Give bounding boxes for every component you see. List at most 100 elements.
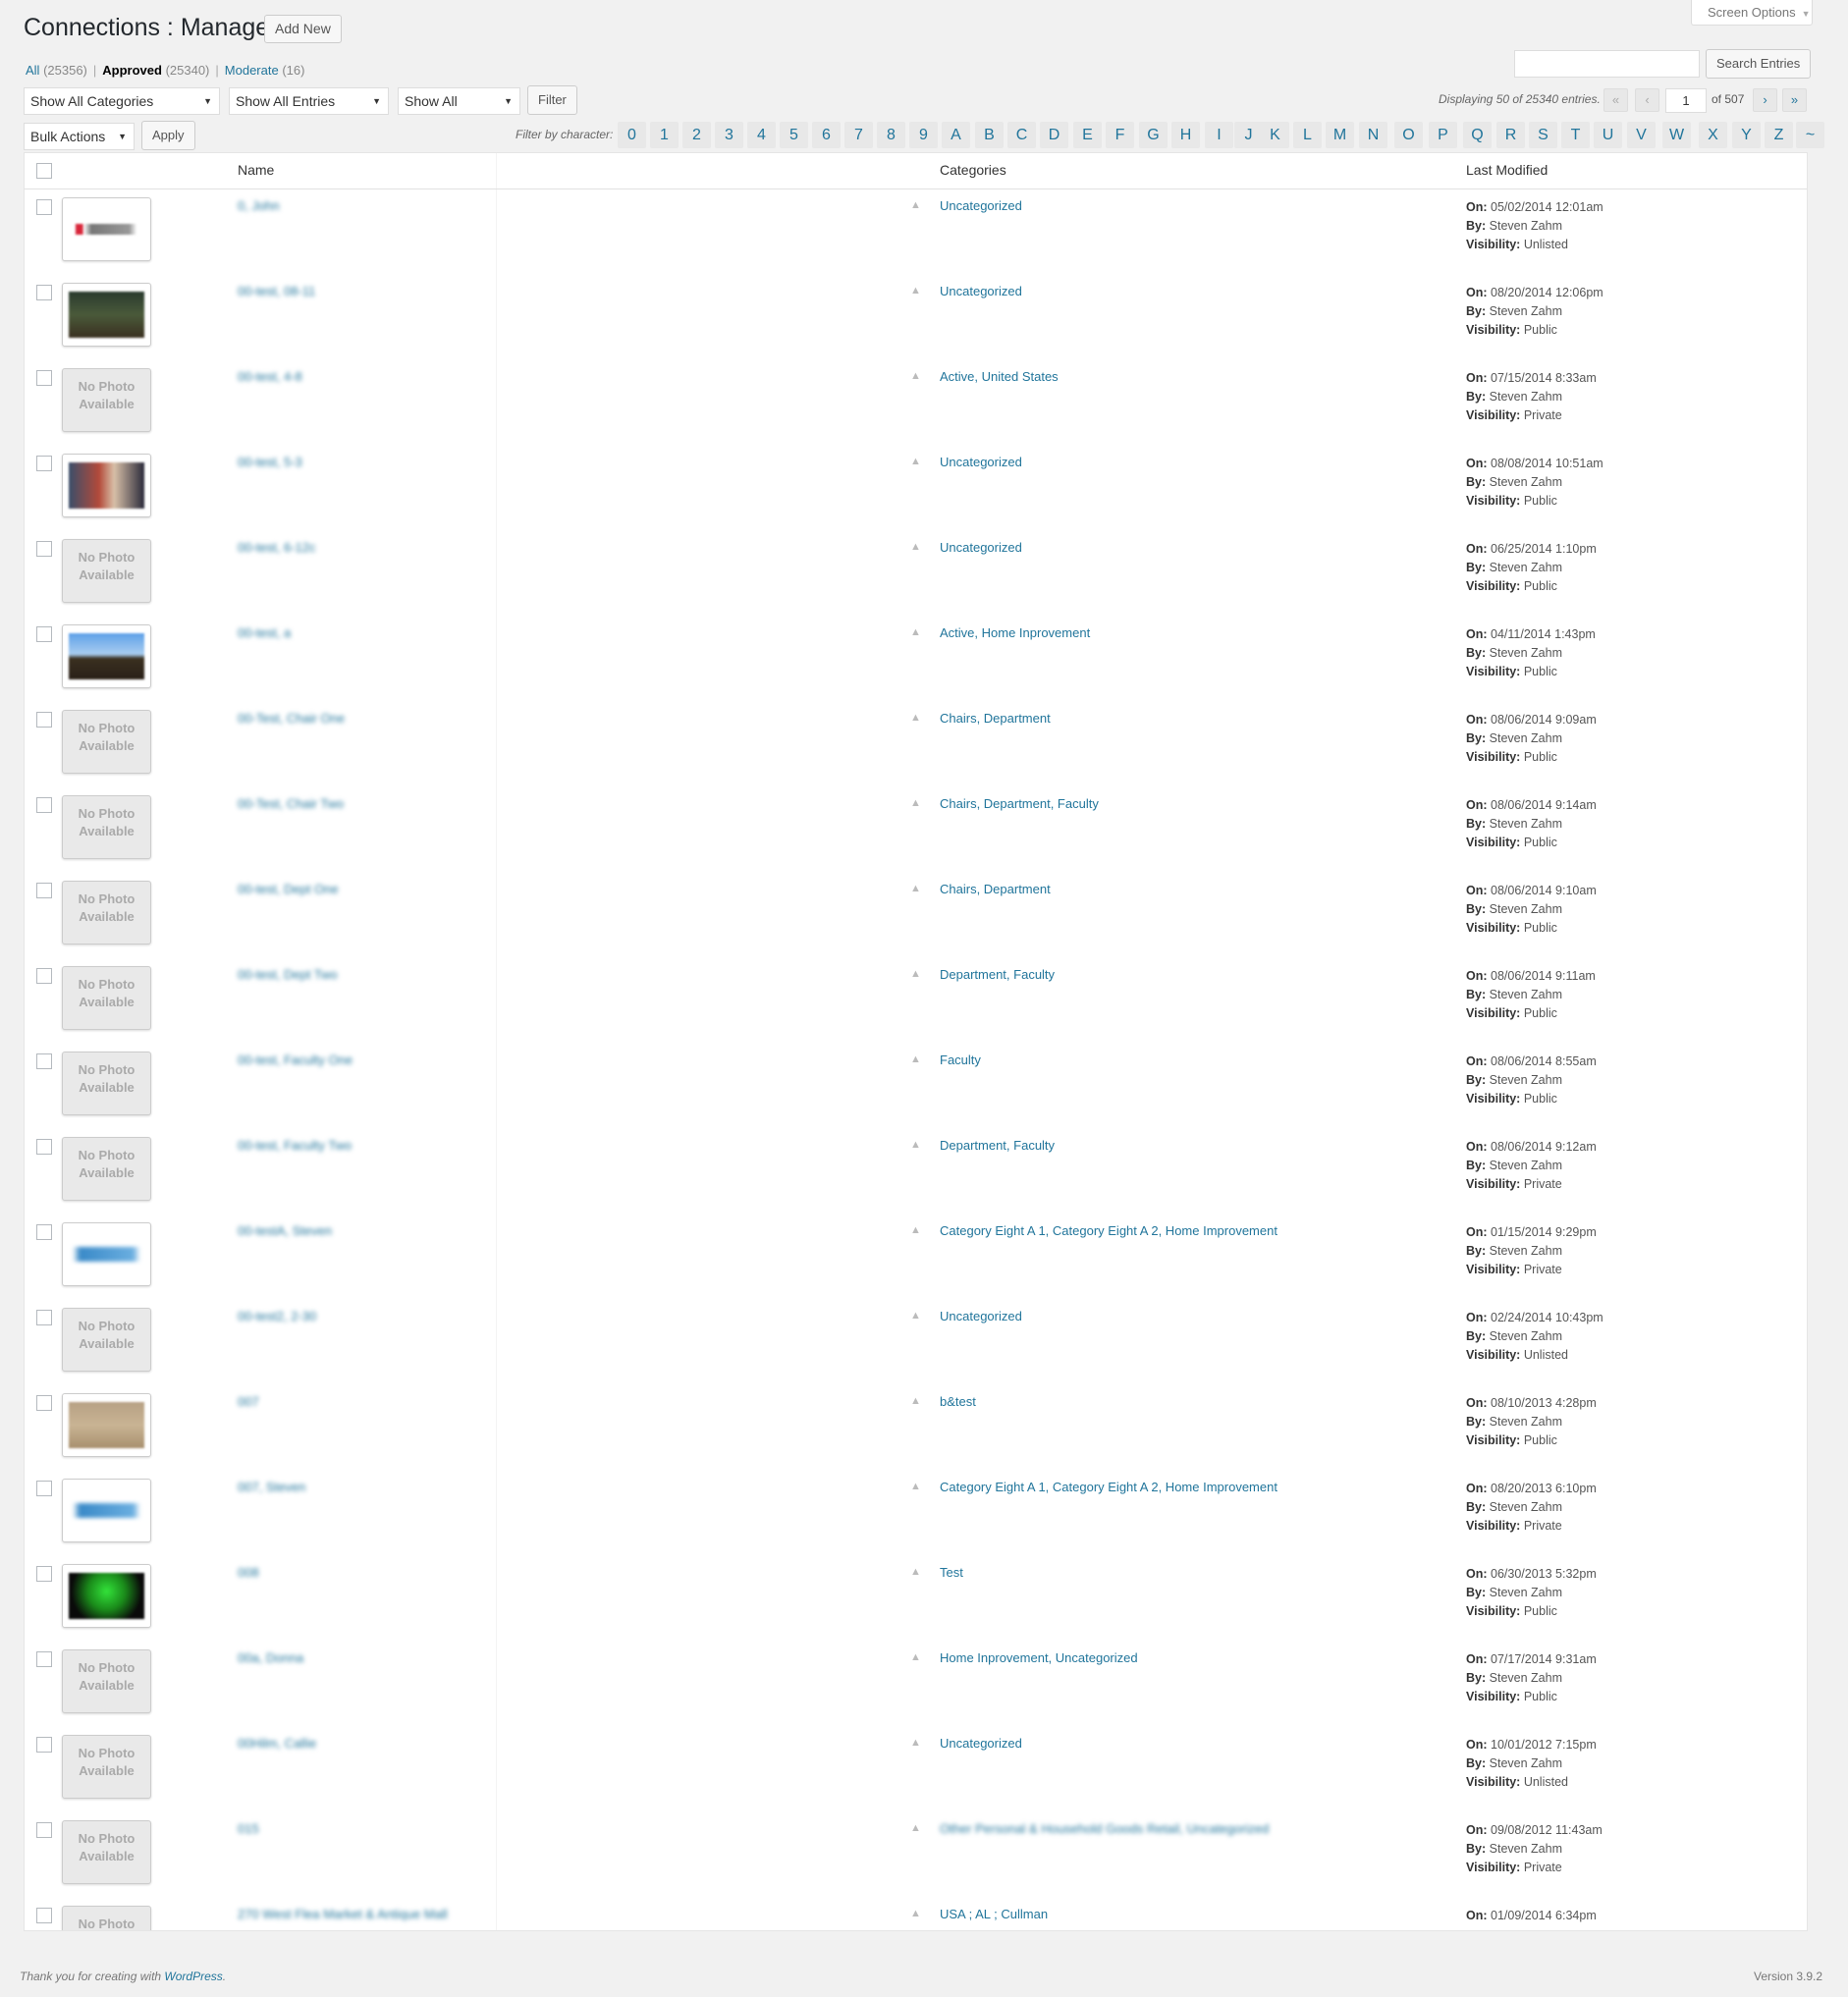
entry-thumbnail[interactable] <box>62 624 151 688</box>
row-checkbox[interactable] <box>36 1053 52 1069</box>
entry-categories[interactable]: Chairs, Department, Faculty <box>940 796 1099 811</box>
screen-options-button[interactable]: Screen Options ▼ <box>1691 0 1813 26</box>
expand-toggle-icon[interactable]: ▲ <box>910 1481 921 1492</box>
entry-name-link[interactable]: 00-test, 08-11 <box>238 284 315 298</box>
entry-name-link[interactable]: 007 <box>238 1394 259 1409</box>
entry-name-link[interactable]: 00-test, 6-12c <box>238 540 316 555</box>
char-filter-g[interactable]: G <box>1139 122 1168 148</box>
char-filter-8[interactable]: 8 <box>877 122 905 148</box>
first-page-button[interactable]: « <box>1603 88 1628 112</box>
column-header-name[interactable]: Name <box>238 162 274 178</box>
char-filter-e[interactable]: E <box>1073 122 1102 148</box>
entry-name-link[interactable]: 00-test, Dept One <box>238 882 339 896</box>
char-filter-2[interactable]: 2 <box>682 122 711 148</box>
entry-categories[interactable]: Other Personal & Household Goods Retail,… <box>940 1821 1269 1836</box>
entry-thumbnail[interactable] <box>62 1393 151 1457</box>
char-filter-p[interactable]: P <box>1429 122 1457 148</box>
entry-name-link[interactable]: 00-test, a <box>238 625 291 640</box>
char-filter-4[interactable]: 4 <box>747 122 776 148</box>
char-filter-w[interactable]: W <box>1662 122 1691 148</box>
add-new-button[interactable]: Add New <box>264 15 342 43</box>
row-checkbox[interactable] <box>36 1822 52 1838</box>
entry-name-link[interactable]: 00Hilm, Callie <box>238 1736 316 1751</box>
entry-categories[interactable]: Home Inprovement, Uncategorized <box>940 1650 1138 1665</box>
row-checkbox[interactable] <box>36 712 52 728</box>
char-filter-6[interactable]: 6 <box>812 122 841 148</box>
row-checkbox[interactable] <box>36 199 52 215</box>
expand-toggle-icon[interactable]: ▲ <box>910 1224 921 1236</box>
entry-categories[interactable]: Chairs, Department <box>940 711 1051 726</box>
wordpress-link[interactable]: WordPress <box>164 1970 222 1983</box>
next-page-button[interactable]: › <box>1753 88 1777 112</box>
row-checkbox[interactable] <box>36 797 52 813</box>
row-checkbox[interactable] <box>36 456 52 471</box>
entry-thumbnail[interactable] <box>62 1564 151 1628</box>
char-filter-y[interactable]: Y <box>1732 122 1761 148</box>
expand-toggle-icon[interactable]: ▲ <box>910 968 921 980</box>
current-page-input[interactable]: 1 <box>1665 88 1707 113</box>
char-filter-z[interactable]: Z <box>1765 122 1793 148</box>
entry-categories[interactable]: Uncategorized <box>940 284 1022 298</box>
column-header-last-modified[interactable]: Last Modified <box>1466 162 1548 178</box>
entry-name-link[interactable]: 008 <box>238 1565 259 1580</box>
char-filter-q[interactable]: Q <box>1463 122 1492 148</box>
entry-name-link[interactable]: 270 West Flea Market & Antique Mall <box>238 1907 448 1921</box>
entry-categories[interactable]: Uncategorized <box>940 1736 1022 1751</box>
entry-thumbnail[interactable] <box>62 1479 151 1542</box>
entry-name-link[interactable]: 00-test, Dept Two <box>238 967 338 982</box>
no-photo-placeholder[interactable]: No Photo Available <box>62 1137 151 1201</box>
bulk-actions-select[interactable]: Bulk Actions ▼ <box>24 123 135 150</box>
char-filter-j[interactable]: J <box>1234 122 1263 148</box>
char-filter-c[interactable]: C <box>1007 122 1036 148</box>
expand-toggle-icon[interactable]: ▲ <box>910 199 921 211</box>
char-filter-i[interactable]: I <box>1205 122 1233 148</box>
search-entries-button[interactable]: Search Entries <box>1706 49 1812 79</box>
row-checkbox[interactable] <box>36 1310 52 1325</box>
entry-categories[interactable]: Faculty <box>940 1052 981 1067</box>
no-photo-placeholder[interactable]: No Photo Available <box>62 1308 151 1372</box>
entry-categories[interactable]: Uncategorized <box>940 198 1022 213</box>
entry-categories[interactable]: Active, Home Inprovement <box>940 625 1090 640</box>
view-moderate-link[interactable]: Moderate <box>225 63 279 78</box>
entry-name-link[interactable]: 00-testA, Steven <box>238 1223 332 1238</box>
category-select[interactable]: Show All Categories ▼ <box>24 87 220 115</box>
char-filter-a[interactable]: A <box>942 122 970 148</box>
char-filter-d[interactable]: D <box>1040 122 1068 148</box>
entry-thumbnail[interactable] <box>62 1222 151 1286</box>
entry-name-link[interactable]: 00-test, 4-8 <box>238 369 302 384</box>
row-checkbox[interactable] <box>36 626 52 642</box>
entry-categories[interactable]: Uncategorized <box>940 1309 1022 1323</box>
char-filter-t[interactable]: T <box>1561 122 1590 148</box>
entry-name-link[interactable]: 00-test2, 2-30 <box>238 1309 316 1323</box>
char-filter-m[interactable]: M <box>1326 122 1354 148</box>
expand-toggle-icon[interactable]: ▲ <box>910 285 921 297</box>
char-filter-5[interactable]: 5 <box>780 122 808 148</box>
row-checkbox[interactable] <box>36 370 52 386</box>
no-photo-placeholder[interactable]: No Photo Available <box>62 539 151 603</box>
view-all-link[interactable]: All <box>26 63 39 78</box>
row-checkbox[interactable] <box>36 1737 52 1753</box>
row-checkbox[interactable] <box>36 1651 52 1667</box>
no-photo-placeholder[interactable]: No Photo Available <box>62 1906 151 1930</box>
char-filter-3[interactable]: 3 <box>715 122 743 148</box>
entry-name-link[interactable]: 00-Test, Chair Two <box>238 796 344 811</box>
row-checkbox[interactable] <box>36 1481 52 1496</box>
entry-categories[interactable]: Department, Faculty <box>940 967 1055 982</box>
expand-toggle-icon[interactable]: ▲ <box>910 1566 921 1578</box>
char-filter-1[interactable]: 1 <box>650 122 679 148</box>
entry-thumbnail[interactable] <box>62 454 151 517</box>
expand-toggle-icon[interactable]: ▲ <box>910 370 921 382</box>
entry-thumbnail[interactable] <box>62 283 151 347</box>
last-page-button[interactable]: » <box>1782 88 1807 112</box>
row-checkbox[interactable] <box>36 541 52 557</box>
char-filter-7[interactable]: 7 <box>844 122 873 148</box>
row-checkbox[interactable] <box>36 968 52 984</box>
entry-thumbnail[interactable] <box>62 197 151 261</box>
char-filter-n[interactable]: N <box>1359 122 1387 148</box>
no-photo-placeholder[interactable]: No Photo Available <box>62 710 151 774</box>
expand-toggle-icon[interactable]: ▲ <box>910 797 921 809</box>
entry-categories[interactable]: Active, United States <box>940 369 1059 384</box>
char-filter-r[interactable]: R <box>1496 122 1525 148</box>
entry-name-link[interactable]: 00-test, Faculty One <box>238 1052 353 1067</box>
expand-toggle-icon[interactable]: ▲ <box>910 541 921 553</box>
